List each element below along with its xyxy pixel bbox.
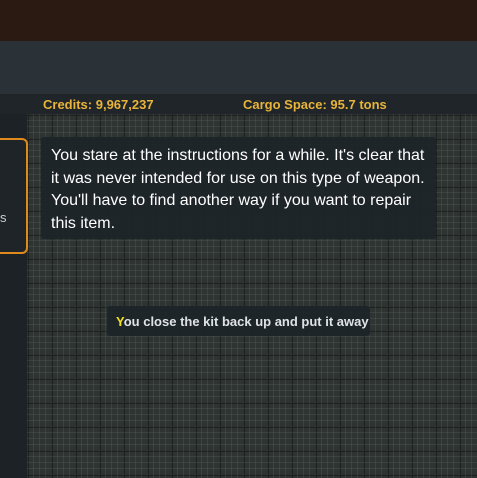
stats-row: Credits: 9,967,237 Cargo Space: 95.7 ton… <box>0 94 477 114</box>
notification-toast: You close the kit back up and put it awa… <box>107 306 370 336</box>
toast-text: You close the kit back up and put it awa… <box>116 314 369 329</box>
message-text: You stare at the instructions for a whil… <box>51 147 425 232</box>
cargo-space-readout: Cargo Space: 95.7 tons <box>243 97 387 112</box>
toast-initial-letter: Y <box>116 314 124 329</box>
header-bar <box>0 41 477 95</box>
top-strip <box>0 0 477 41</box>
toast-message: ou close the kit back up and put it away <box>123 314 369 329</box>
side-panel-tab[interactable] <box>0 138 28 254</box>
message-box: You stare at the instructions for a whil… <box>41 137 436 239</box>
side-panel-label: s <box>0 210 7 225</box>
credits-readout: Credits: 9,967,237 <box>43 97 154 112</box>
